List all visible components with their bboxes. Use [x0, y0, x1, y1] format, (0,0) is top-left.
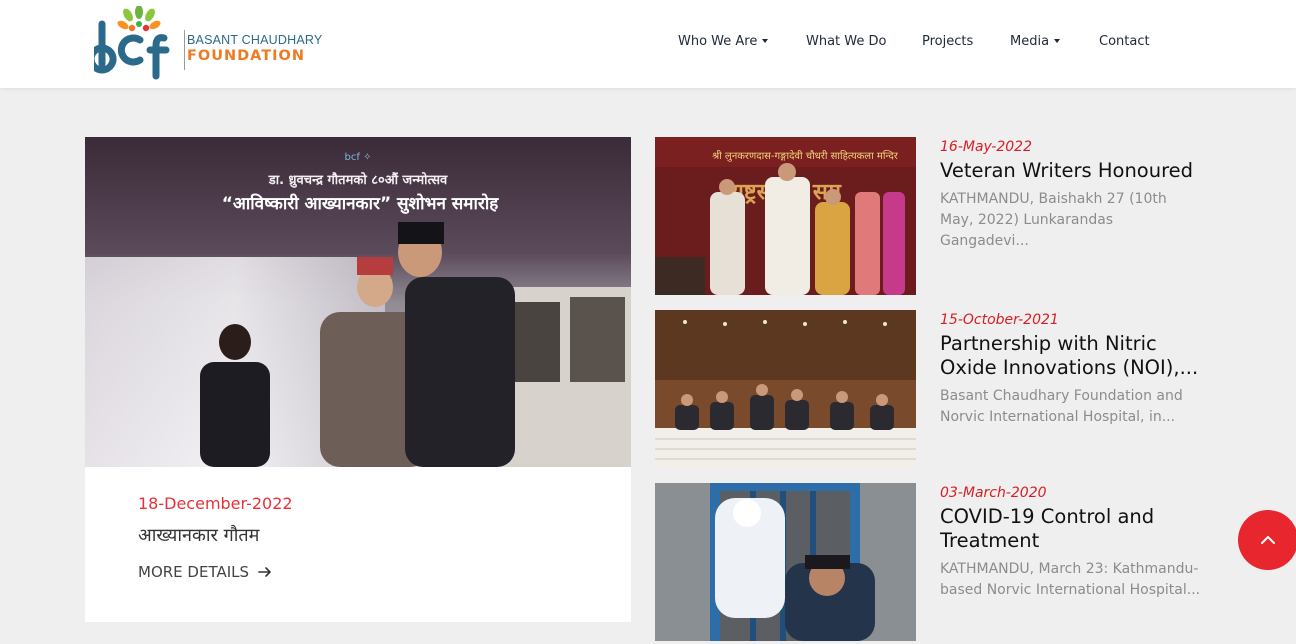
logo-wordmark: BASANT CHAUDHARY FOUNDATION	[187, 33, 322, 64]
more-details-link[interactable]: MORE DETAILS	[138, 563, 273, 581]
news-title[interactable]: Partnership with Nitric Oxide Innovation…	[940, 332, 1210, 380]
logo-line1: BASANT CHAUDHARY	[187, 33, 323, 47]
nav-projects[interactable]: Projects	[922, 34, 973, 49]
news-date: 03-March-2020	[940, 485, 1047, 501]
nav-label: Contact	[1099, 34, 1150, 49]
caret-down-icon	[762, 38, 769, 43]
featured-news-card[interactable]: bcf ✧ डा. ध्रुवचन्द्र गौतमको ८०औं जन्मोत…	[85, 137, 631, 622]
featured-title[interactable]: आख्यानकार गौतम	[138, 523, 259, 547]
site-header: BASANT CHAUDHARY FOUNDATION Who We Are W…	[0, 0, 1296, 88]
featured-photo[interactable]: bcf ✧ डा. ध्रुवचन्द्र गौतमको ८०औं जन्मोत…	[85, 137, 631, 467]
logo-line2: FOUNDATION	[187, 48, 306, 64]
news-excerpt: KATHMANDU, March 23: Kathmandu-based Nor…	[940, 561, 1201, 598]
news-thumbnail[interactable]	[655, 310, 916, 468]
svg-text:bcf ✧: bcf ✧	[345, 152, 372, 163]
news-date: 15-October-2021	[940, 312, 1059, 328]
nav-who-we-are[interactable]: Who We Are	[678, 34, 769, 49]
news-thumbnail[interactable]: श्री लुनकरणदास-गङ्गादेवी चौधरी साहित्यकल…	[655, 137, 916, 295]
featured-date: 18-December-2022	[138, 494, 293, 513]
nav-media[interactable]: Media	[1010, 34, 1061, 49]
news-title[interactable]: COVID-19 Control and Treatment	[940, 505, 1210, 553]
news-title[interactable]: Veteran Writers Honoured	[940, 159, 1210, 183]
news-excerpt: Basant Chaudhary Foundation and Norvic I…	[940, 388, 1183, 425]
svg-text:श्री लुनकरणदास-गङ्गादेवी चौधरी: श्री लुनकरणदास-गङ्गादेवी चौधरी साहित्यकल…	[712, 150, 899, 162]
news-date: 16-May-2022	[940, 139, 1032, 155]
nav-label: What We Do	[806, 34, 887, 49]
news-excerpt: KATHMANDU, Baishakh 27 (10th May, 2022) …	[940, 191, 1167, 249]
banner-line1: डा. ध्रुवचन्द्र गौतमको ८०औं जन्मोत्सव	[268, 172, 448, 188]
caret-down-icon	[1054, 38, 1061, 43]
logo-divider	[184, 30, 185, 70]
nav-contact[interactable]: Contact	[1099, 34, 1150, 49]
scroll-to-top-button[interactable]	[1238, 510, 1296, 570]
news-thumbnail[interactable]	[655, 483, 916, 641]
nav-what-we-do[interactable]: What We Do	[806, 34, 886, 49]
nav-label: Projects	[922, 34, 974, 49]
chevron-up-icon	[1261, 536, 1275, 544]
nav-label: Media	[1010, 34, 1050, 49]
arrow-right-icon	[258, 567, 271, 577]
more-details-label: MORE DETAILS	[138, 563, 250, 581]
nav-label: Who We Are	[678, 34, 758, 49]
banner-line2: “आविष्कारी आख्यानकार” सुशोभन समारोह	[222, 193, 499, 214]
